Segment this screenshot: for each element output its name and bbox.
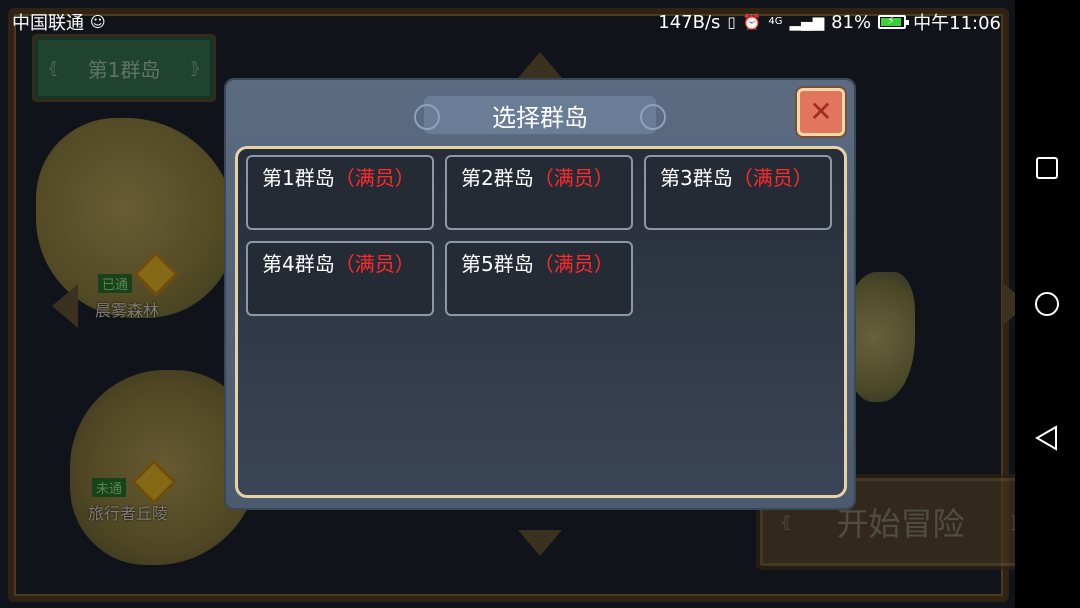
alarm-icon: ⏰: [742, 13, 762, 31]
dialog-title: 选择群岛: [492, 103, 588, 132]
island-card-2[interactable]: 第2群岛（满员）: [445, 155, 633, 230]
island-status: （满员）: [533, 252, 614, 276]
charging-icon: ⚡: [887, 14, 895, 27]
island-name: 第1群岛: [262, 166, 335, 190]
island-card-4[interactable]: 第4群岛（满员）: [246, 241, 434, 316]
status-bar: 中国联通 ☺ 147B/s ▯ ⏰ 4G ▂▄▆ 81% ⚡ 中午11:06: [0, 0, 1015, 42]
recents-button[interactable]: [1033, 154, 1061, 182]
clock: 中午11:06: [913, 13, 1001, 34]
island-name: 第2群岛: [461, 166, 534, 190]
signal-icon: ▂▄▆: [789, 13, 825, 31]
island-status: （满员）: [334, 166, 415, 190]
island-name: 第3群岛: [660, 166, 733, 190]
island-card-text: 第4群岛（满员）: [262, 248, 415, 277]
close-icon: ✕: [809, 95, 833, 128]
select-island-dialog: 选择群岛 ✕ 第1群岛（满员） 第2群岛（满员） 第3群岛（满员） 第4群岛（满…: [226, 80, 854, 508]
vibrate-icon: ▯: [727, 13, 736, 31]
island-card-5[interactable]: 第5群岛（满员）: [445, 241, 633, 316]
back-button[interactable]: [1033, 424, 1061, 452]
island-name: 第4群岛: [262, 252, 335, 276]
status-left: 中国联通 ☺: [12, 9, 106, 35]
island-status: （满员）: [732, 166, 813, 190]
island-status: （满员）: [334, 252, 415, 276]
status-right: 147B/s ▯ ⏰ 4G ▂▄▆ 81% ⚡ 中午11:06: [658, 9, 1001, 35]
home-icon: [1035, 292, 1059, 316]
navigation-bar: [1015, 0, 1080, 608]
battery-percent: 81%: [831, 11, 872, 33]
island-card-text: 第1群岛（满员）: [262, 162, 415, 191]
carrier-name: 中国联通: [12, 13, 84, 34]
island-card-text: 第5群岛（满员）: [461, 248, 614, 277]
island-name: 第5群岛: [461, 252, 534, 276]
close-button[interactable]: ✕: [797, 88, 845, 136]
signal-tag: 4G: [768, 16, 783, 27]
dialog-title-banner: 选择群岛: [414, 96, 666, 134]
island-card-text: 第2群岛（满员）: [461, 162, 614, 191]
island-card-text: 第3群岛（满员）: [660, 162, 813, 191]
island-card-1[interactable]: 第1群岛（满员）: [246, 155, 434, 230]
island-card-3[interactable]: 第3群岛（满员）: [644, 155, 832, 230]
island-status: （满员）: [533, 166, 614, 190]
recents-icon: [1036, 157, 1058, 179]
carrier-app-icon: ☺: [90, 13, 106, 31]
battery-icon: ⚡: [878, 14, 910, 29]
island-list-panel: 第1群岛（满员） 第2群岛（满员） 第3群岛（满员） 第4群岛（满员） 第5群岛…: [235, 146, 847, 498]
home-button[interactable]: [1033, 290, 1061, 318]
back-icon: [1035, 425, 1057, 451]
net-speed: 147B/s: [658, 11, 721, 33]
game-screen: 已通 晨雾森林 未通 旅行者丘陵 ⦃ 第1群岛 ⦄ ⦃ 开始冒险 ⦄ 选择群岛 …: [0, 0, 1015, 608]
